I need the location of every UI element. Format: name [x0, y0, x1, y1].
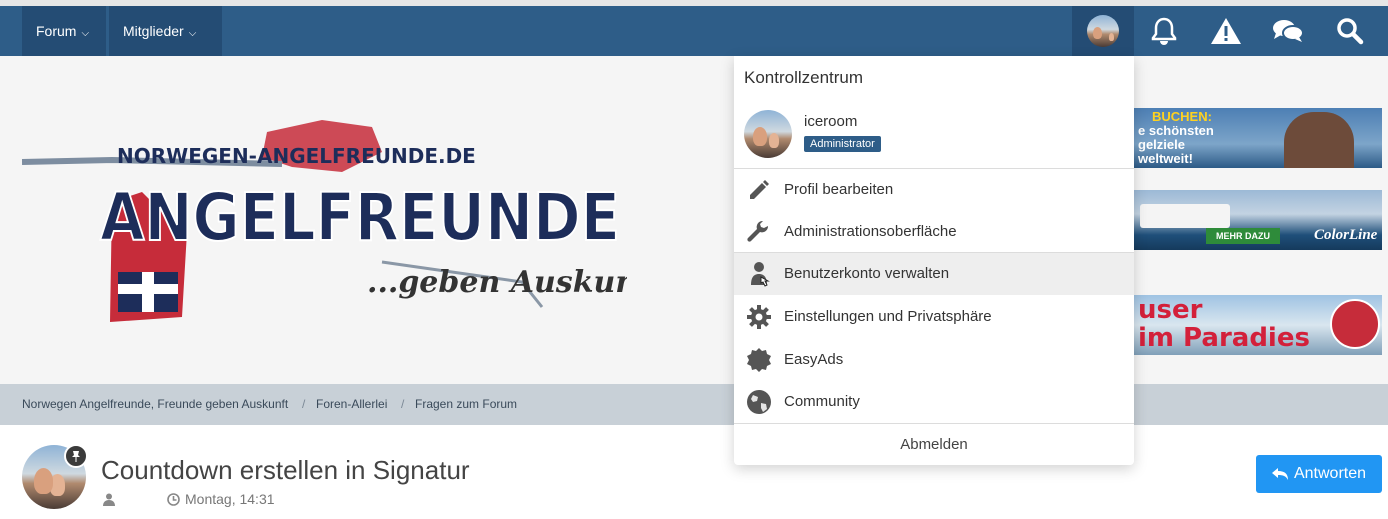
- menu-item-label: EasyAds: [784, 351, 844, 368]
- nav-forum-label: Forum: [36, 23, 77, 39]
- warning-icon: [1211, 18, 1241, 44]
- avatar: [1087, 15, 1119, 47]
- ad2-ship-image: [1140, 204, 1230, 228]
- dropdown-title: Kontrollzentrum: [744, 68, 864, 87]
- pencil-icon: [746, 177, 772, 203]
- account-menu-button[interactable]: [1072, 6, 1134, 56]
- certificate-icon: [746, 347, 772, 373]
- clock-icon: [167, 493, 180, 506]
- thread-date[interactable]: Montag, 14:31: [185, 491, 275, 507]
- ad3-line1: user: [1138, 295, 1203, 325]
- nav-members-menu[interactable]: Mitglieder ⌵: [109, 6, 222, 56]
- ad1-line2: e schönsten: [1138, 123, 1214, 138]
- ad1-line4: weltweit!: [1138, 151, 1193, 166]
- dropdown-avatar[interactable]: [744, 110, 792, 158]
- user-icon: [746, 261, 772, 287]
- search-button[interactable]: [1320, 6, 1380, 56]
- ad1-line3: gelziele: [1138, 137, 1185, 152]
- top-navbar: Forum ⌵ Mitglieder ⌵: [0, 6, 1388, 56]
- ad1-line1: BUCHEN:: [1152, 109, 1212, 124]
- reports-button[interactable]: [1196, 6, 1256, 56]
- ad3-logo: [1330, 299, 1380, 349]
- chat-bubbles-icon: [1273, 20, 1304, 42]
- breadcrumb-separator: /: [302, 397, 306, 411]
- menu-item-label: Benutzerkonto verwalten: [784, 265, 950, 282]
- breadcrumb: Norwegen Angelfreunde, Freunde geben Aus…: [0, 384, 1388, 425]
- breadcrumb-item-category[interactable]: Foren-Allerlei: [316, 384, 387, 425]
- chevron-down-icon: ⌵: [81, 28, 90, 39]
- breadcrumb-item-forum[interactable]: Fragen zum Forum: [415, 384, 517, 425]
- pin-icon: [64, 444, 88, 468]
- conversations-button[interactable]: [1258, 6, 1318, 56]
- nav-members-label: Mitglieder: [123, 23, 184, 39]
- logo-site-text: NORWEGEN-ANGELFREUNDE.DE: [117, 144, 476, 168]
- breadcrumb-item-home[interactable]: Norwegen Angelfreunde, Freunde geben Aus…: [22, 384, 288, 425]
- ad-banner-fishing[interactable]: BUCHEN: e schönsten gelziele weltweit!: [1134, 108, 1382, 168]
- logo-tagline: ...geben Auskunft: [367, 265, 627, 300]
- thread-title: Countdown erstellen in Signatur: [101, 455, 470, 485]
- ad1-angler-image: [1284, 112, 1354, 168]
- role-badge: Administrator: [804, 136, 881, 152]
- logo-main-text: ANGELFREUNDE: [100, 179, 620, 256]
- chevron-down-icon: ⌵: [188, 28, 197, 39]
- menu-item-easyads[interactable]: EasyAds: [734, 339, 1134, 381]
- ad-banner-paradise[interactable]: user im Paradies: [1134, 295, 1382, 355]
- menu-item-account[interactable]: Benutzerkonto verwalten: [734, 253, 1134, 295]
- breadcrumb-separator: /: [401, 397, 405, 411]
- menu-item-community[interactable]: Community: [734, 381, 1134, 423]
- ad3-line2: im Paradies: [1138, 323, 1310, 353]
- alerts-button[interactable]: [1134, 6, 1194, 56]
- wrench-icon: [746, 219, 772, 245]
- menu-item-label: Profil bearbeiten: [784, 181, 894, 198]
- menu-item-label: Administrationsoberfläche: [784, 223, 957, 240]
- ad-banner-colorline[interactable]: MEHR DAZU ColorLine: [1134, 190, 1382, 250]
- menu-item-settings[interactable]: Einstellungen und Privatsphäre: [734, 296, 1134, 338]
- logout-button[interactable]: Abmelden: [734, 424, 1134, 465]
- user-icon: [103, 493, 115, 506]
- gear-icon: [746, 304, 772, 330]
- menu-item-label: Community: [784, 393, 860, 410]
- bell-icon: [1151, 17, 1177, 45]
- site-logo[interactable]: NORWEGEN-ANGELFREUNDE.DE ANGELFREUNDE ..…: [22, 112, 627, 332]
- menu-item-admin-panel[interactable]: Administrationsoberfläche: [734, 211, 1134, 253]
- menu-item-edit-profile[interactable]: Profil bearbeiten: [734, 169, 1134, 211]
- reply-icon: [1271, 468, 1288, 480]
- ad2-cta-button[interactable]: MEHR DAZU: [1206, 228, 1280, 244]
- dropdown-username[interactable]: iceroom: [804, 113, 857, 130]
- globe-icon: [746, 389, 772, 415]
- ad2-brand: ColorLine: [1314, 227, 1378, 243]
- nav-forum-menu[interactable]: Forum ⌵: [22, 6, 106, 56]
- reply-button[interactable]: Antworten: [1256, 455, 1382, 493]
- reply-button-label: Antworten: [1293, 465, 1367, 482]
- search-icon: [1337, 18, 1364, 45]
- menu-item-label: Einstellungen und Privatsphäre: [784, 308, 992, 325]
- account-dropdown: Kontrollzentrum iceroom Administrator Pr…: [734, 56, 1134, 465]
